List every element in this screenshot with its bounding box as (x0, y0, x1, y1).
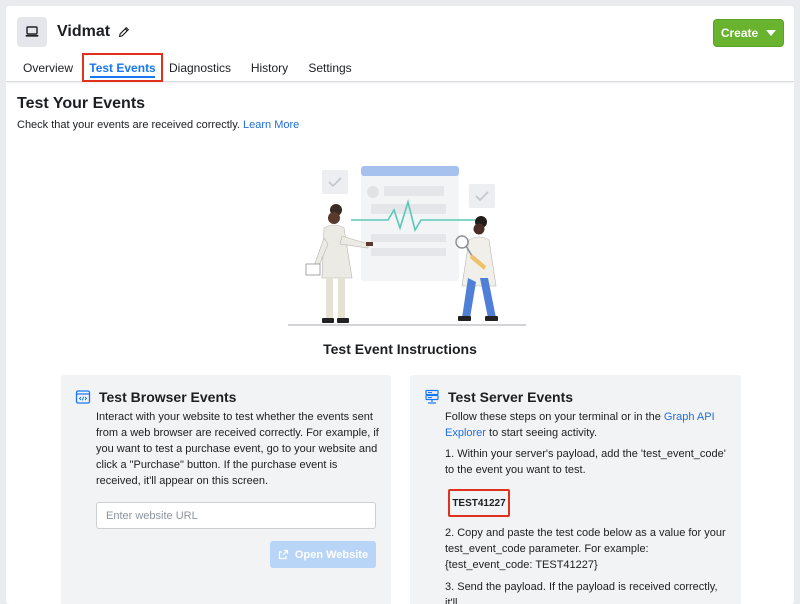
learn-more-link[interactable]: Learn More (243, 119, 299, 131)
page-title: Test Your Events (17, 95, 146, 112)
server-intro-after: to start seeing activity. (485, 427, 598, 439)
test-code-badge: TEST41227 (448, 489, 510, 517)
page-header: Vidmat Create Overview Test Events Diagn… (6, 6, 794, 82)
main-panel: Vidmat Create Overview Test Events Diagn… (6, 6, 794, 604)
open-website-label: Open Website (294, 548, 369, 561)
server-card-title: Test Server Events (424, 389, 573, 405)
browser-events-card: Test Browser Events Interact with your w… (61, 375, 391, 604)
laptop-icon (17, 17, 47, 47)
code-window-icon (75, 389, 91, 405)
test-events-illustration (288, 166, 526, 326)
server-events-card: Test Server Events Follow these steps on… (410, 375, 741, 604)
open-website-button[interactable]: Open Website (270, 541, 376, 568)
browser-card-title: Test Browser Events (75, 389, 236, 405)
external-link-icon (278, 549, 289, 560)
server-card-intro: Follow these steps on your terminal or i… (445, 409, 730, 441)
tab-test-events[interactable]: Test Events (82, 53, 163, 82)
tab-history[interactable]: History (249, 53, 290, 82)
page-subtitle: Check that your events are received corr… (17, 119, 299, 131)
server-card-heading: Test Server Events (448, 389, 574, 405)
browser-card-description: Interact with your website to test wheth… (96, 411, 379, 487)
website-url-input[interactable] (96, 502, 376, 529)
tab-settings[interactable]: Settings (307, 53, 353, 82)
tab-overview[interactable]: Overview (20, 53, 76, 82)
create-label: Create (720, 26, 759, 40)
pencil-icon[interactable] (118, 26, 130, 38)
server-intro-before: Follow these steps on your terminal or i… (445, 411, 664, 423)
browser-card-heading: Test Browser Events (99, 389, 237, 405)
caret-down-icon (766, 30, 777, 36)
server-step-2: 2. Copy and paste the test code below as… (445, 527, 726, 571)
instructions-title: Test Event Instructions (323, 341, 477, 357)
app-name: Vidmat (57, 23, 111, 40)
subtitle-text: Check that your events are received corr… (17, 119, 240, 131)
app-title: Vidmat (57, 23, 130, 41)
tab-diagnostics[interactable]: Diagnostics (168, 53, 232, 82)
server-step-1: 1. Within your server's payload, add the… (445, 448, 726, 476)
server-step-3: 3. Send the payload. If the payload is r… (445, 581, 718, 604)
server-icon (424, 389, 440, 405)
create-button[interactable]: Create (713, 19, 784, 47)
